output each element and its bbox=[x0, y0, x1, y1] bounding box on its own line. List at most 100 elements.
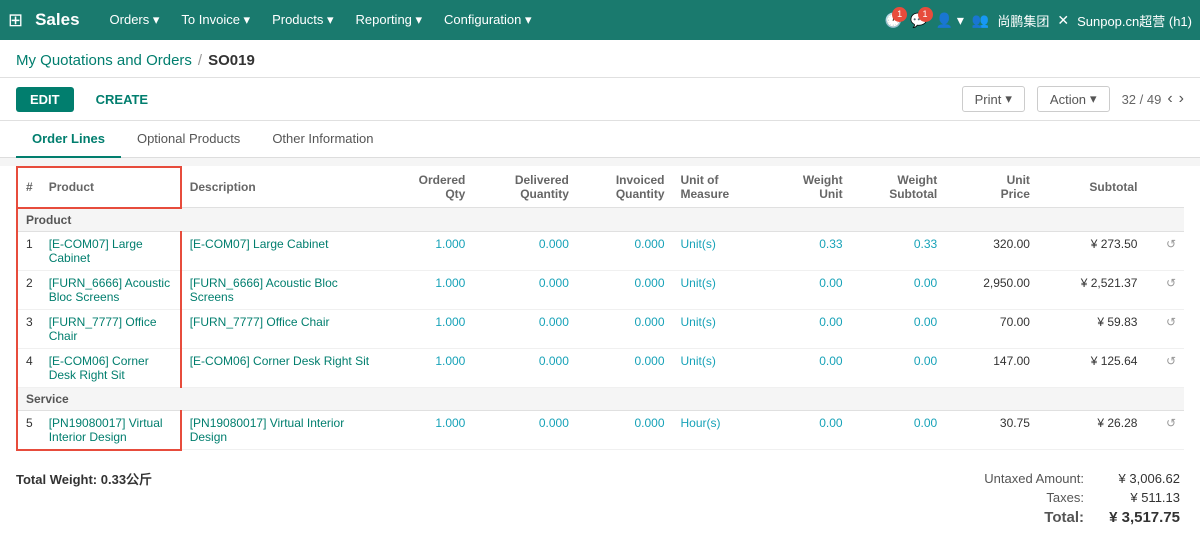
row-product: [E-COM06] Corner Desk Right Sit bbox=[41, 348, 181, 387]
action-chevron-icon: ▾ bbox=[1090, 91, 1097, 107]
close-icon[interactable]: ✕ bbox=[1057, 12, 1069, 29]
col-header-uom: Unit ofMeasure bbox=[673, 167, 769, 208]
pagination-text: 32 / 49 bbox=[1122, 92, 1162, 107]
col-header-desc: Description bbox=[181, 167, 381, 208]
grid-icon[interactable]: ⊞ bbox=[8, 10, 23, 31]
row-unit-price: 70.00 bbox=[945, 309, 1038, 348]
row-product: [E-COM07] Large Cabinet bbox=[41, 231, 181, 270]
row-ordered-qty: 1.000 bbox=[381, 309, 474, 348]
clock-icon[interactable]: 🕐 1 bbox=[885, 12, 902, 29]
edit-button[interactable]: EDIT bbox=[16, 87, 74, 112]
row-uom: Unit(s) bbox=[673, 309, 769, 348]
col-header-actions bbox=[1145, 167, 1184, 208]
row-uom: Unit(s) bbox=[673, 270, 769, 309]
row-desc: [PN19080017] Virtual Interior Design bbox=[181, 410, 381, 450]
breadcrumb-current: SO019 bbox=[208, 52, 255, 69]
print-chevron-icon: ▾ bbox=[1005, 91, 1012, 107]
row-product: [FURN_7777] Office Chair bbox=[41, 309, 181, 348]
row-ordered-qty: 1.000 bbox=[381, 270, 474, 309]
order-table: # Product Description OrderedQty Deliver… bbox=[16, 166, 1184, 451]
row-invoiced-qty: 0.000 bbox=[577, 309, 673, 348]
table-row: 3[FURN_7777] Office Chair[FURN_7777] Off… bbox=[17, 309, 1184, 348]
chat-badge: 1 bbox=[918, 7, 933, 22]
row-delivered-qty: 0.000 bbox=[473, 231, 577, 270]
menu-orders[interactable]: Orders ▾ bbox=[100, 8, 170, 32]
row-weight-subtotal: 0.00 bbox=[851, 309, 946, 348]
chat-icon[interactable]: 💬 1 bbox=[910, 12, 927, 29]
untaxed-row: Untaxed Amount: ¥ 3,006.62 bbox=[964, 471, 1180, 486]
row-desc: [E-COM07] Large Cabinet bbox=[181, 231, 381, 270]
col-header-invoiced-qty: InvoicedQuantity bbox=[577, 167, 673, 208]
tab-order-lines[interactable]: Order Lines bbox=[16, 121, 121, 158]
row-action[interactable]: ↺ bbox=[1145, 309, 1184, 348]
tab-other-information[interactable]: Other Information bbox=[256, 121, 389, 158]
action-button[interactable]: Action ▾ bbox=[1037, 86, 1110, 112]
create-button[interactable]: CREATE bbox=[82, 87, 162, 112]
untaxed-label: Untaxed Amount: bbox=[964, 471, 1084, 486]
row-weight-subtotal: 0.00 bbox=[851, 410, 946, 450]
breadcrumb-parent[interactable]: My Quotations and Orders bbox=[16, 52, 192, 69]
untaxed-value: ¥ 3,006.62 bbox=[1100, 471, 1180, 486]
row-delivered-qty: 0.000 bbox=[473, 410, 577, 450]
col-header-weight-subtotal: WeightSubtotal bbox=[851, 167, 946, 208]
row-weight-unit: 0.33 bbox=[768, 231, 850, 270]
row-desc: [FURN_7777] Office Chair bbox=[181, 309, 381, 348]
user-icon[interactable]: 👤 ▾ bbox=[936, 12, 964, 29]
row-ordered-qty: 1.000 bbox=[381, 231, 474, 270]
row-product: [PN19080017] Virtual Interior Design bbox=[41, 410, 181, 450]
breadcrumb: My Quotations and Orders / SO019 bbox=[0, 40, 1200, 78]
row-num: 1 bbox=[17, 231, 41, 270]
row-uom: Unit(s) bbox=[673, 348, 769, 387]
col-header-product: Product bbox=[41, 167, 181, 208]
menu-to-invoice[interactable]: To Invoice ▾ bbox=[171, 8, 260, 32]
breadcrumb-separator: / bbox=[198, 52, 202, 69]
tabs-bar: Order Lines Optional Products Other Info… bbox=[0, 121, 1200, 158]
taxes-value: ¥ 511.13 bbox=[1100, 490, 1180, 505]
table-row: 2[FURN_6666] Acoustic Bloc Screens[FURN_… bbox=[17, 270, 1184, 309]
action-bar: EDIT CREATE Print ▾ Action ▾ 32 / 49 ‹ › bbox=[0, 78, 1200, 121]
total-weight-label: Total Weight: bbox=[16, 472, 97, 487]
taxes-row: Taxes: ¥ 511.13 bbox=[964, 490, 1180, 505]
row-delivered-qty: 0.000 bbox=[473, 348, 577, 387]
col-header-num: # bbox=[17, 167, 41, 208]
row-unit-price: 30.75 bbox=[945, 410, 1038, 450]
prev-page-button[interactable]: ‹ bbox=[1167, 90, 1172, 108]
user-label[interactable]: Sunpop.cn超营 (h1) bbox=[1077, 11, 1192, 30]
total-weight-value: 0.33公斤 bbox=[101, 472, 152, 487]
tab-optional-products[interactable]: Optional Products bbox=[121, 121, 256, 158]
row-action[interactable]: ↺ bbox=[1145, 270, 1184, 309]
print-button[interactable]: Print ▾ bbox=[962, 86, 1025, 112]
row-invoiced-qty: 0.000 bbox=[577, 270, 673, 309]
row-action[interactable]: ↺ bbox=[1145, 231, 1184, 270]
next-page-button[interactable]: › bbox=[1179, 90, 1184, 108]
company-label[interactable]: 尚鹏集团 bbox=[997, 11, 1049, 30]
row-desc: [FURN_6666] Acoustic Bloc Screens bbox=[181, 270, 381, 309]
row-subtotal: ¥ 59.83 bbox=[1038, 309, 1146, 348]
row-invoiced-qty: 0.000 bbox=[577, 410, 673, 450]
row-weight-unit: 0.00 bbox=[768, 410, 850, 450]
row-invoiced-qty: 0.000 bbox=[577, 348, 673, 387]
col-header-delivered-qty: DeliveredQuantity bbox=[473, 167, 577, 208]
menu-products[interactable]: Products ▾ bbox=[262, 8, 343, 32]
topnav-right: 🕐 1 💬 1 👤 ▾ 👥 尚鹏集团 ✕ Sunpop.cn超营 (h1) bbox=[885, 11, 1192, 30]
row-uom: Hour(s) bbox=[673, 410, 769, 450]
row-num: 2 bbox=[17, 270, 41, 309]
table-row: 4[E-COM06] Corner Desk Right Sit[E-COM06… bbox=[17, 348, 1184, 387]
pagination: 32 / 49 ‹ › bbox=[1122, 90, 1184, 108]
menu-reporting[interactable]: Reporting ▾ bbox=[346, 8, 433, 32]
section-row: Product bbox=[17, 208, 1184, 232]
row-action[interactable]: ↺ bbox=[1145, 348, 1184, 387]
col-header-ordered-qty: OrderedQty bbox=[381, 167, 474, 208]
action-bar-right: Print ▾ Action ▾ 32 / 49 ‹ › bbox=[962, 86, 1184, 112]
col-header-subtotal: Subtotal bbox=[1038, 167, 1146, 208]
team-icon[interactable]: 👥 bbox=[972, 12, 989, 29]
row-unit-price: 147.00 bbox=[945, 348, 1038, 387]
row-action[interactable]: ↺ bbox=[1145, 410, 1184, 450]
row-subtotal: ¥ 125.64 bbox=[1038, 348, 1146, 387]
brand-label: Sales bbox=[35, 10, 79, 30]
menu-configuration[interactable]: Configuration ▾ bbox=[434, 8, 541, 32]
total-label: Total: bbox=[964, 509, 1084, 526]
total-weight: Total Weight: 0.33公斤 bbox=[16, 459, 152, 488]
row-weight-unit: 0.00 bbox=[768, 309, 850, 348]
row-subtotal: ¥ 2,521.37 bbox=[1038, 270, 1146, 309]
